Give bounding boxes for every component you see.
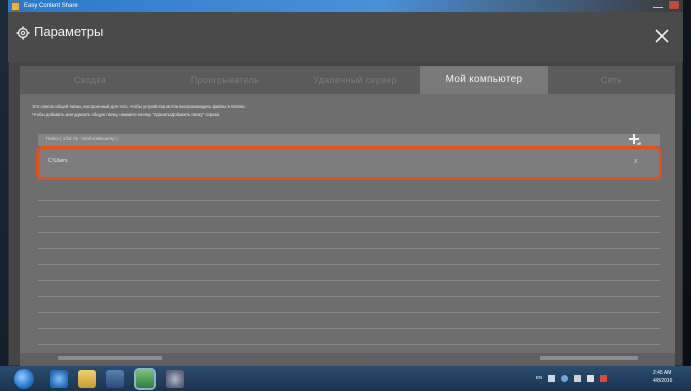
network-icon[interactable] <box>574 374 582 382</box>
tab-summary[interactable]: Сводка <box>20 66 160 94</box>
info-text-line1: Это список общей папки, настроенный для … <box>32 104 246 109</box>
volume-icon[interactable] <box>587 374 595 382</box>
help-icon[interactable] <box>561 374 569 382</box>
empty-row-divider <box>38 232 660 233</box>
window-titlebar: Easy Content Share <box>8 0 683 12</box>
easy-content-share-icon[interactable] <box>136 370 154 388</box>
app-icon-taskbar[interactable] <box>166 370 184 388</box>
tab-my-computer[interactable]: Мой компьютер <box>420 66 548 94</box>
empty-row-divider <box>38 248 660 249</box>
empty-row-divider <box>38 296 660 297</box>
media-player-icon[interactable] <box>106 370 124 388</box>
clock-date: 4/8/2016 <box>653 378 673 384</box>
window-controls <box>653 1 679 9</box>
browser-icon[interactable] <box>50 370 68 388</box>
start-button[interactable] <box>14 369 34 389</box>
language-indicator[interactable]: EN <box>536 375 542 382</box>
tab-remote-server[interactable]: Удаленный сервер <box>290 66 420 94</box>
app-icon <box>11 1 20 11</box>
folders-table-header <box>38 134 660 146</box>
folders-table-header-label: Папка ( 1/16 ГБ · Мой компьютер ) <box>46 136 118 141</box>
tab-network[interactable]: Сеть <box>548 66 675 94</box>
empty-row-divider <box>38 344 660 345</box>
info-text-line2: Чтобы добавить или удалить общую папку, … <box>32 112 221 117</box>
scroll-handle-left[interactable] <box>58 356 162 360</box>
window-close-button[interactable] <box>669 1 679 9</box>
empty-row-divider <box>38 200 660 201</box>
highlight-annotation <box>36 146 662 180</box>
minimize-button[interactable] <box>653 1 663 8</box>
tab-player[interactable]: Проигрыватель <box>160 66 290 94</box>
system-tray: EN <box>536 370 608 386</box>
empty-row-divider <box>38 264 660 265</box>
close-icon[interactable] <box>654 28 670 44</box>
scroll-handle-right[interactable] <box>540 356 638 360</box>
empty-row-divider <box>38 328 660 329</box>
flag-icon[interactable] <box>600 374 608 382</box>
gear-icon <box>16 26 30 40</box>
monitor-icon[interactable] <box>548 374 556 382</box>
window-title: Easy Content Share <box>24 3 78 9</box>
empty-row-divider <box>38 280 660 281</box>
folder-icon[interactable] <box>78 370 96 388</box>
dialog-title: Параметры <box>34 24 104 39</box>
dialog-header <box>8 12 683 62</box>
empty-row-divider <box>38 216 660 217</box>
empty-row-divider <box>38 312 660 313</box>
clock-time: 2:45 AM <box>653 370 672 376</box>
